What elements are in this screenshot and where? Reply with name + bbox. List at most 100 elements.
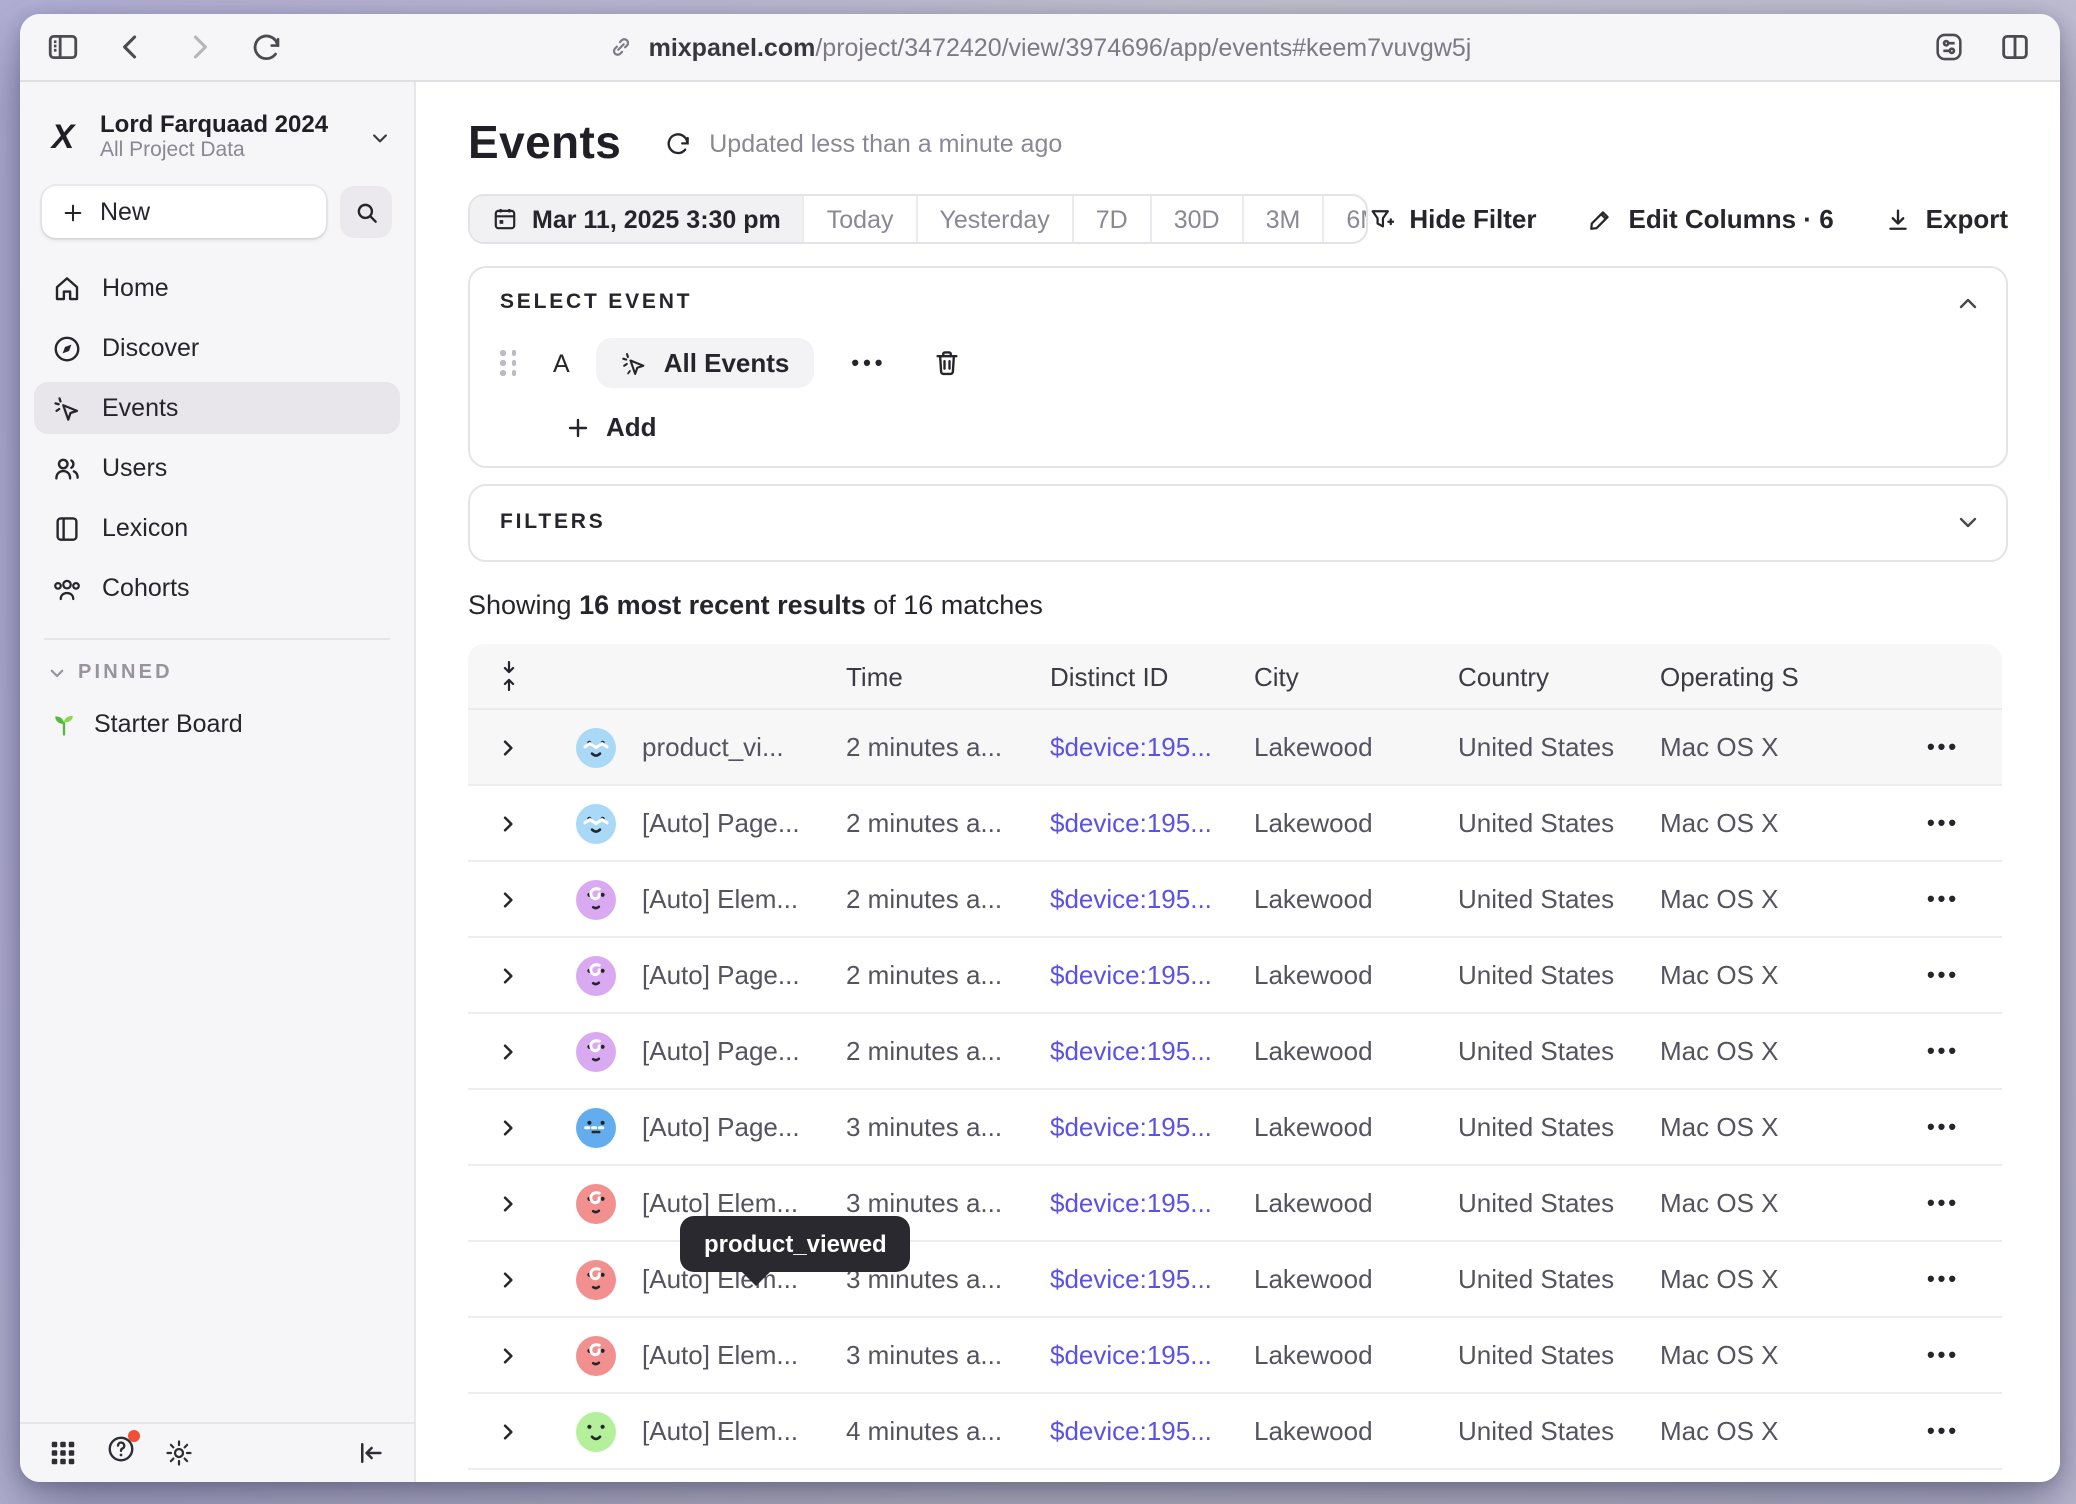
back-icon[interactable] xyxy=(114,30,148,64)
chevron-up-icon[interactable] xyxy=(1956,292,1980,316)
cell-distinct-id[interactable]: $device:195... xyxy=(1050,1340,1254,1370)
project-switcher[interactable]: X Lord Farquaad 2024 All Project Data xyxy=(20,82,414,164)
col-time[interactable]: Time xyxy=(846,661,1050,691)
expand-row-button[interactable] xyxy=(468,889,548,909)
preset-3m[interactable]: 3M xyxy=(1242,196,1323,242)
row-menu-button[interactable]: ••• xyxy=(1927,1115,1959,1139)
table-row[interactable]: [Auto] Page... 2 minutes a... $device:19… xyxy=(468,1014,2002,1090)
expand-row-button[interactable] xyxy=(468,1421,548,1441)
table-row[interactable]: [Auto] Page... 2 minutes a... $device:19… xyxy=(468,786,2002,862)
cell-distinct-id[interactable]: $device:195... xyxy=(1050,1112,1254,1142)
chevron-right-icon xyxy=(498,889,518,909)
sidebar-item-cohorts[interactable]: Cohorts xyxy=(34,562,400,614)
cell-os: Mac OS X xyxy=(1660,1416,1884,1446)
cell-distinct-id[interactable]: $device:195... xyxy=(1050,1264,1254,1294)
address-bar[interactable]: mixpanel.com/project/3472420/view/397469… xyxy=(20,14,2060,80)
cell-distinct-id[interactable]: $device:195... xyxy=(1050,1188,1254,1218)
col-country[interactable]: Country xyxy=(1458,661,1660,691)
event-more-button[interactable]: ••• xyxy=(851,351,886,375)
collapse-sidebar-icon[interactable] xyxy=(356,1438,386,1468)
new-button[interactable]: New xyxy=(42,186,326,238)
cell-time: 3 minutes a... xyxy=(846,1340,1050,1370)
preset-6m[interactable]: 6M xyxy=(1322,196,1367,242)
help-button[interactable] xyxy=(106,1433,136,1473)
forward-icon[interactable] xyxy=(182,30,216,64)
event-avatar xyxy=(575,955,615,995)
event-avatar xyxy=(575,1259,615,1299)
expand-row-button[interactable] xyxy=(468,737,548,757)
sidebar-item-discover[interactable]: Discover xyxy=(34,322,400,374)
cell-distinct-id[interactable]: $device:195... xyxy=(1050,808,1254,838)
date-picker[interactable]: Mar 11, 2025 3:30 pm xyxy=(470,196,803,242)
cell-distinct-id[interactable]: $device:195... xyxy=(1050,960,1254,990)
table-row[interactable]: [Auto] Elem... 4 minutes a... $device:19… xyxy=(468,1394,2002,1470)
edit-columns-button[interactable]: Edit Columns · 6 xyxy=(1587,204,1834,234)
select-event-title: SELECT EVENT xyxy=(500,290,1976,314)
gear-icon[interactable] xyxy=(164,1438,194,1468)
row-menu-button[interactable]: ••• xyxy=(1927,1419,1959,1443)
expand-row-button[interactable] xyxy=(468,1117,548,1137)
expand-row-button[interactable] xyxy=(468,1193,548,1213)
delete-event-button[interactable] xyxy=(933,348,963,378)
sidebar-item-users[interactable]: Users xyxy=(34,442,400,494)
sidebar-item-home[interactable]: Home xyxy=(34,262,400,314)
chevron-down-icon[interactable] xyxy=(1956,510,1980,534)
export-button[interactable]: Export xyxy=(1884,204,2008,234)
sidebar-toggle-icon[interactable] xyxy=(46,30,80,64)
hide-filter-button[interactable]: Hide Filter xyxy=(1367,204,1536,234)
cell-event: [Auto] Page... xyxy=(642,960,846,990)
cell-event: [Auto] Elem... xyxy=(642,1340,846,1370)
table-row[interactable]: product_vi... 2 minutes a... $device:195… xyxy=(468,710,2002,786)
split-view-icon[interactable] xyxy=(1998,30,2032,64)
cell-os: Mac OS X xyxy=(1660,1188,1884,1218)
col-os[interactable]: Operating S xyxy=(1660,661,1884,691)
table-row[interactable]: [Auto] Elem... 2 minutes a... $device:19… xyxy=(468,862,2002,938)
preset-today[interactable]: Today xyxy=(803,196,916,242)
expand-row-button[interactable] xyxy=(468,1041,548,1061)
search-button[interactable] xyxy=(340,186,392,238)
preset-7d[interactable]: 7D xyxy=(1072,196,1150,242)
apps-grid-icon[interactable] xyxy=(48,1438,78,1468)
chevron-right-icon xyxy=(498,813,518,833)
row-menu-button[interactable]: ••• xyxy=(1927,811,1959,835)
row-menu-button[interactable]: ••• xyxy=(1927,1039,1959,1063)
sort-rows-icon[interactable] xyxy=(468,660,548,692)
expand-row-button[interactable] xyxy=(468,813,548,833)
preset-yesterday[interactable]: Yesterday xyxy=(916,196,1072,242)
col-distinct-id[interactable]: Distinct ID xyxy=(1050,661,1254,691)
row-menu-button[interactable]: ••• xyxy=(1927,963,1959,987)
refresh-button[interactable] xyxy=(663,129,691,157)
cell-city: Lakewood xyxy=(1254,884,1458,914)
cell-distinct-id[interactable]: $device:195... xyxy=(1050,1036,1254,1066)
cell-distinct-id[interactable]: $device:195... xyxy=(1050,732,1254,762)
table-row[interactable]: [Auto] Page... 3 minutes a... $device:19… xyxy=(468,1090,2002,1166)
chevron-right-icon xyxy=(498,1041,518,1061)
preset-30d[interactable]: 30D xyxy=(1150,196,1242,242)
row-menu-button[interactable]: ••• xyxy=(1927,887,1959,911)
row-menu-button[interactable]: ••• xyxy=(1927,1343,1959,1367)
row-menu-button[interactable]: ••• xyxy=(1927,1267,1959,1291)
table-row[interactable]: [Auto] Elem... 3 minutes a... $device:19… xyxy=(468,1318,2002,1394)
expand-row-button[interactable] xyxy=(468,1269,548,1289)
table-row[interactable] xyxy=(468,1470,2002,1482)
pinned-section-header[interactable]: PINNED xyxy=(48,662,414,684)
event-selector-chip[interactable]: All Events xyxy=(596,338,814,388)
cell-distinct-id[interactable]: $device:195... xyxy=(1050,1416,1254,1446)
table-row[interactable]: [Auto] Page... 2 minutes a... $device:19… xyxy=(468,938,2002,1014)
cell-distinct-id[interactable]: $device:195... xyxy=(1050,884,1254,914)
cell-city: Lakewood xyxy=(1254,1036,1458,1066)
event-avatar xyxy=(575,1107,615,1147)
add-event-button[interactable]: Add xyxy=(566,412,1976,442)
pinned-item-starter-board[interactable]: Starter Board xyxy=(50,710,414,738)
sidebar-item-events[interactable]: Events xyxy=(34,382,400,434)
page-settings-icon[interactable] xyxy=(1932,30,1966,64)
expand-row-button[interactable] xyxy=(468,1345,548,1365)
reload-icon[interactable] xyxy=(250,30,284,64)
drag-handle[interactable] xyxy=(500,350,517,376)
col-city[interactable]: City xyxy=(1254,661,1458,691)
row-menu-button[interactable]: ••• xyxy=(1927,1191,1959,1215)
row-menu-button[interactable]: ••• xyxy=(1927,735,1959,759)
expand-row-button[interactable] xyxy=(468,965,548,985)
sidebar-item-lexicon[interactable]: Lexicon xyxy=(34,502,400,554)
home-icon xyxy=(52,273,82,303)
